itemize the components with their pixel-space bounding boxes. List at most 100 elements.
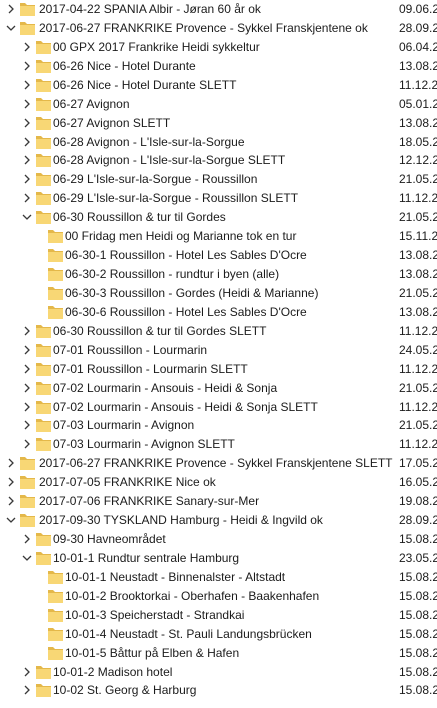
chevron-down-icon[interactable]	[20, 210, 34, 224]
chevron-right-icon[interactable]	[20, 381, 34, 395]
folder-icon	[35, 115, 52, 131]
chevron-down-icon[interactable]	[4, 513, 18, 527]
tree-row[interactable]: 2017-06-27 FRANKRIKE Provence - Sykkel F…	[0, 454, 437, 473]
date-modified: 21.05.20	[399, 380, 437, 396]
tree-row[interactable]: 06-30-3 Roussillon - Gordes (Heidi & Mar…	[0, 284, 437, 303]
tree-row[interactable]: 2017-07-06 FRANKRIKE Sanary-sur-Mer 19.08…	[0, 492, 437, 511]
tree-row[interactable]: 00 GPX 2017 Frankrike Heidi sykkeltur 06.…	[0, 38, 437, 57]
chevron-right-icon[interactable]	[20, 343, 34, 357]
tree-row[interactable]: 10-01-1 Neustadt - Binnenalster - Altsta…	[0, 568, 437, 587]
chevron-right-icon[interactable]	[20, 59, 34, 73]
tree-row[interactable]: 07-02 Lourmarin - Ansouis - Heidi & Sonj…	[0, 398, 437, 417]
chevron-right-icon[interactable]	[20, 324, 34, 338]
chevron-right-icon[interactable]	[4, 2, 18, 16]
folder-name: 2017-04-22 SPANIA Albir - Jøran 60 år ok	[39, 2, 261, 16]
chevron-right-icon[interactable]	[20, 97, 34, 111]
folder-icon	[35, 77, 52, 93]
tree-row[interactable]: 06-26 Nice - Hotel Durante 13.08.20	[0, 57, 437, 76]
date-modified: 09.06.20	[399, 2, 437, 17]
chevron-right-icon[interactable]	[20, 116, 34, 130]
date-modified: 11.12.20	[399, 323, 437, 339]
folder-name: 06-30-6 Roussillon - Hotel Les Sables D'…	[65, 304, 307, 319]
chevron-right-icon[interactable]	[20, 400, 34, 414]
tree-row[interactable]: 06-29 L'Isle-sur-la-Sorgue - Roussillon …	[0, 189, 437, 208]
folder-name: 07-02 Lourmarin - Ansouis - Heidi & Sonj…	[53, 380, 278, 395]
chevron-right-icon[interactable]	[20, 437, 34, 451]
date-modified: 11.12.20	[399, 191, 437, 207]
folder-name: 2017-06-27 FRANKRIKE Provence - Sykkel F…	[39, 456, 393, 471]
tree-row[interactable]: 07-02 Lourmarin - Ansouis - Heidi & Sonj…	[0, 379, 437, 398]
folder-name: 10-01-3 Speicherstadt - Strandkai	[65, 607, 245, 622]
tree-row[interactable]: 2017-07-05 FRANKRIKE Nice ok 16.05.20	[0, 473, 437, 492]
folder-tree: 2017-04-22 SPANIA Albir - Jøran 60 år ok…	[0, 0, 437, 708]
tree-row[interactable]: 06-30 Roussillon & tur til Gordes 21.05.2…	[0, 208, 437, 227]
folder-name: 00 GPX 2017 Frankrike Heidi sykkeltur	[53, 39, 260, 54]
tree-row[interactable]: 06-30-2 Roussillon - rundtur i byen (all…	[0, 265, 437, 284]
chevron-right-icon[interactable]	[20, 40, 34, 54]
tree-row[interactable]: 07-01 Roussillon - Lourmarin SLETT 11.12.…	[0, 360, 437, 379]
chevron-right-icon[interactable]	[4, 456, 18, 470]
tree-row[interactable]: 07-03 Lourmarin - Avignon SLETT 11.12.20	[0, 435, 437, 454]
tree-row[interactable]: 06-30 Roussillon & tur til Gordes SLETT 1…	[0, 322, 437, 341]
chevron-down-icon[interactable]	[20, 551, 34, 565]
tree-row[interactable]: 10-01-3 Speicherstadt - Strandkai 15.08.2…	[0, 606, 437, 625]
tree-row[interactable]: 09-30 Havneområdet 15.08.20	[0, 530, 437, 549]
folder-icon	[47, 228, 64, 244]
date-modified: 15.08.20	[399, 683, 437, 699]
tree-row[interactable]: 10-01-1 Rundtur sentrale Hamburg 23.05.20	[0, 549, 437, 568]
folder-name: 10-01-4 Neustadt - St. Pauli Landungsbrü…	[65, 626, 312, 641]
date-modified: 24.05.20	[399, 342, 437, 358]
tree-row[interactable]: 06-28 Avignon - L'Isle-sur-la-Sorgue 18.0…	[0, 133, 437, 152]
date-modified: 15.08.20	[399, 532, 437, 548]
folder-icon	[35, 399, 52, 415]
folder-name: 2017-07-05 FRANKRIKE Nice ok	[39, 475, 216, 490]
tree-row[interactable]: 2017-04-22 SPANIA Albir - Jøran 60 år ok…	[0, 0, 437, 19]
folder-icon	[47, 247, 64, 263]
tree-row[interactable]: 10-01-2 Madison hotel 15.08.20	[0, 663, 437, 682]
folder-icon	[35, 39, 52, 55]
tree-row[interactable]: 10-02 St. Georg & Harburg 15.08.20	[0, 681, 437, 700]
chevron-down-icon[interactable]	[4, 21, 18, 35]
tree-row[interactable]: 06-30-6 Roussillon - Hotel Les Sables D'…	[0, 303, 437, 322]
date-modified: 12.12.20	[399, 153, 437, 169]
chevron-right-icon[interactable]	[20, 172, 34, 186]
date-modified: 11.12.20	[399, 437, 437, 453]
tree-row[interactable]: 06-26 Nice - Hotel Durante SLETT 11.12.20	[0, 76, 437, 95]
chevron-right-icon[interactable]	[20, 78, 34, 92]
chevron-right-icon[interactable]	[4, 494, 18, 508]
chevron-right-icon[interactable]	[20, 418, 34, 432]
chevron-right-icon[interactable]	[20, 191, 34, 205]
folder-name: 06-30-2 Roussillon - rundtur i byen (all…	[65, 267, 280, 282]
tree-row[interactable]: 07-03 Lourmarin - Avignon 21.05.20	[0, 416, 437, 435]
chevron-right-icon[interactable]	[20, 135, 34, 149]
tree-row[interactable]: 06-29 L'Isle-sur-la-Sorgue - Roussillon 2…	[0, 170, 437, 189]
chevron-right-icon[interactable]	[4, 475, 18, 489]
folder-name: 06-27 Avignon	[53, 96, 130, 111]
folder-name: 06-29 L'Isle-sur-la-Sorgue - Roussillon	[53, 172, 258, 187]
tree-row[interactable]: 06-27 Avignon SLETT 13.08.20	[0, 114, 437, 133]
date-modified: 13.08.20	[399, 248, 437, 264]
folder-name: 06-30 Roussillon & tur til Gordes	[53, 210, 226, 225]
tree-row[interactable]: 2017-09-30 TYSKLAND Hamburg - Heidi & In…	[0, 511, 437, 530]
tree-row[interactable]: 06-27 Avignon 05.01.20	[0, 95, 437, 114]
chevron-right-icon[interactable]	[20, 683, 34, 697]
tree-row[interactable]: 07-01 Roussillon - Lourmarin 24.05.20	[0, 341, 437, 360]
chevron-right-icon[interactable]	[20, 532, 34, 546]
folder-name: 10-01-2 Brooktorkai - Oberhafen - Baaken…	[65, 588, 320, 603]
tree-row[interactable]: 00 Fridag men Heidi og Marianne tok en t…	[0, 227, 437, 246]
tree-row[interactable]: 2017-06-27 FRANKRIKE Provence - Sykkel F…	[0, 19, 437, 38]
folder-name: 06-28 Avignon - L'Isle-sur-la-Sorgue	[53, 134, 245, 149]
folder-icon	[35, 664, 52, 680]
chevron-right-icon[interactable]	[20, 665, 34, 679]
folder-icon	[35, 417, 52, 433]
date-modified: 15.11.20	[399, 229, 437, 245]
chevron-right-icon[interactable]	[20, 153, 34, 167]
date-modified: 11.12.20	[399, 361, 437, 377]
chevron-right-icon[interactable]	[20, 362, 34, 376]
tree-row[interactable]: 10-01-5 Båttur på Elben & Hafen 15.08.20	[0, 644, 437, 663]
date-modified: 28.09.20	[399, 20, 437, 36]
tree-row[interactable]: 06-28 Avignon - L'Isle-sur-la-Sorgue SLE…	[0, 151, 437, 170]
tree-row[interactable]: 10-01-4 Neustadt - St. Pauli Landungsbrü…	[0, 625, 437, 644]
tree-row[interactable]: 06-30-1 Roussillon - Hotel Les Sables D'…	[0, 246, 437, 265]
tree-row[interactable]: 10-01-2 Brooktorkai - Oberhafen - Baaken…	[0, 587, 437, 606]
